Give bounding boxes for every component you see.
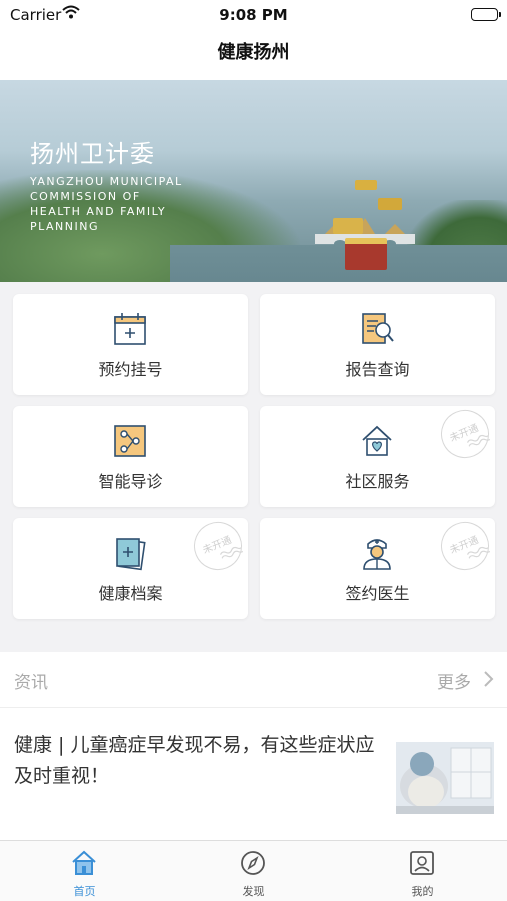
tab-profile[interactable]: 我的 (338, 841, 507, 901)
news-list-item[interactable]: 健康 | 儿童癌症早发现不易，有这些症状应及时重视！ (0, 708, 507, 840)
news-thumbnail (396, 742, 494, 814)
chevron-right-icon[interactable] (483, 670, 495, 688)
service-label: 签约医生 (345, 584, 410, 603)
tab-discover[interactable]: 发现 (169, 841, 338, 901)
service-card-report[interactable]: 报告查询 (260, 294, 495, 395)
calendar-plus-icon (114, 313, 146, 345)
banner-image[interactable]: 扬州卫计委 YANGZHOU MUNICIPAL COMMISSION OF H… (0, 80, 507, 282)
service-label: 报告查询 (345, 360, 410, 379)
tab-label: 发现 (242, 885, 265, 898)
news-item-title: 健康 | 儿童癌症早发现不易，有这些症状应及时重视！ (14, 734, 375, 787)
profile-icon (410, 851, 434, 875)
banner-subtitle: YANGZHOU MUNICIPAL COMMISSION OF HEALTH … (30, 175, 183, 233)
service-label: 社区服务 (345, 472, 410, 491)
smart-guide-icon (114, 425, 146, 457)
tab-label: 我的 (411, 885, 434, 898)
community-home-icon (362, 425, 392, 456)
news-section-header: 资讯 更多 (0, 652, 507, 708)
service-card-smart-guide[interactable]: 智能导诊 (13, 406, 248, 507)
page-title: 健康扬州 (217, 42, 290, 63)
service-card-community[interactable]: 社区服务 未开通 (260, 406, 495, 507)
not-open-stamp: 未开通 (433, 518, 495, 578)
service-label: 预约挂号 (98, 360, 163, 379)
not-open-stamp: 未开通 (433, 406, 495, 466)
tab-home[interactable]: 首页 (0, 841, 169, 901)
tab-bar: 首页 发现 我的 (0, 840, 507, 901)
doctor-icon (363, 539, 391, 570)
compass-icon (241, 851, 265, 875)
service-label: 智能导诊 (98, 472, 163, 491)
home-icon (72, 850, 96, 875)
service-label: 健康档案 (98, 584, 163, 603)
clock-time: 9:08 PM (219, 6, 288, 24)
news-more-link[interactable]: 更多 (437, 668, 471, 693)
health-record-icon (116, 538, 146, 571)
service-card-appointment[interactable]: 预约挂号 (13, 294, 248, 395)
banner-title: 扬州卫计委 (30, 140, 155, 168)
nav-bar: 健康扬州 (0, 30, 507, 80)
status-bar: Carrier 9:08 PM (0, 0, 507, 30)
report-search-icon (362, 313, 394, 344)
battery-icon (471, 8, 501, 21)
news-section-title: 资讯 (14, 673, 48, 693)
service-card-contract-doctor[interactable]: 签约医生 未开通 (260, 518, 495, 619)
not-open-stamp: 未开通 (186, 518, 248, 578)
service-card-health-record[interactable]: 健康档案 未开通 (13, 518, 248, 619)
tab-label: 首页 (73, 885, 96, 898)
